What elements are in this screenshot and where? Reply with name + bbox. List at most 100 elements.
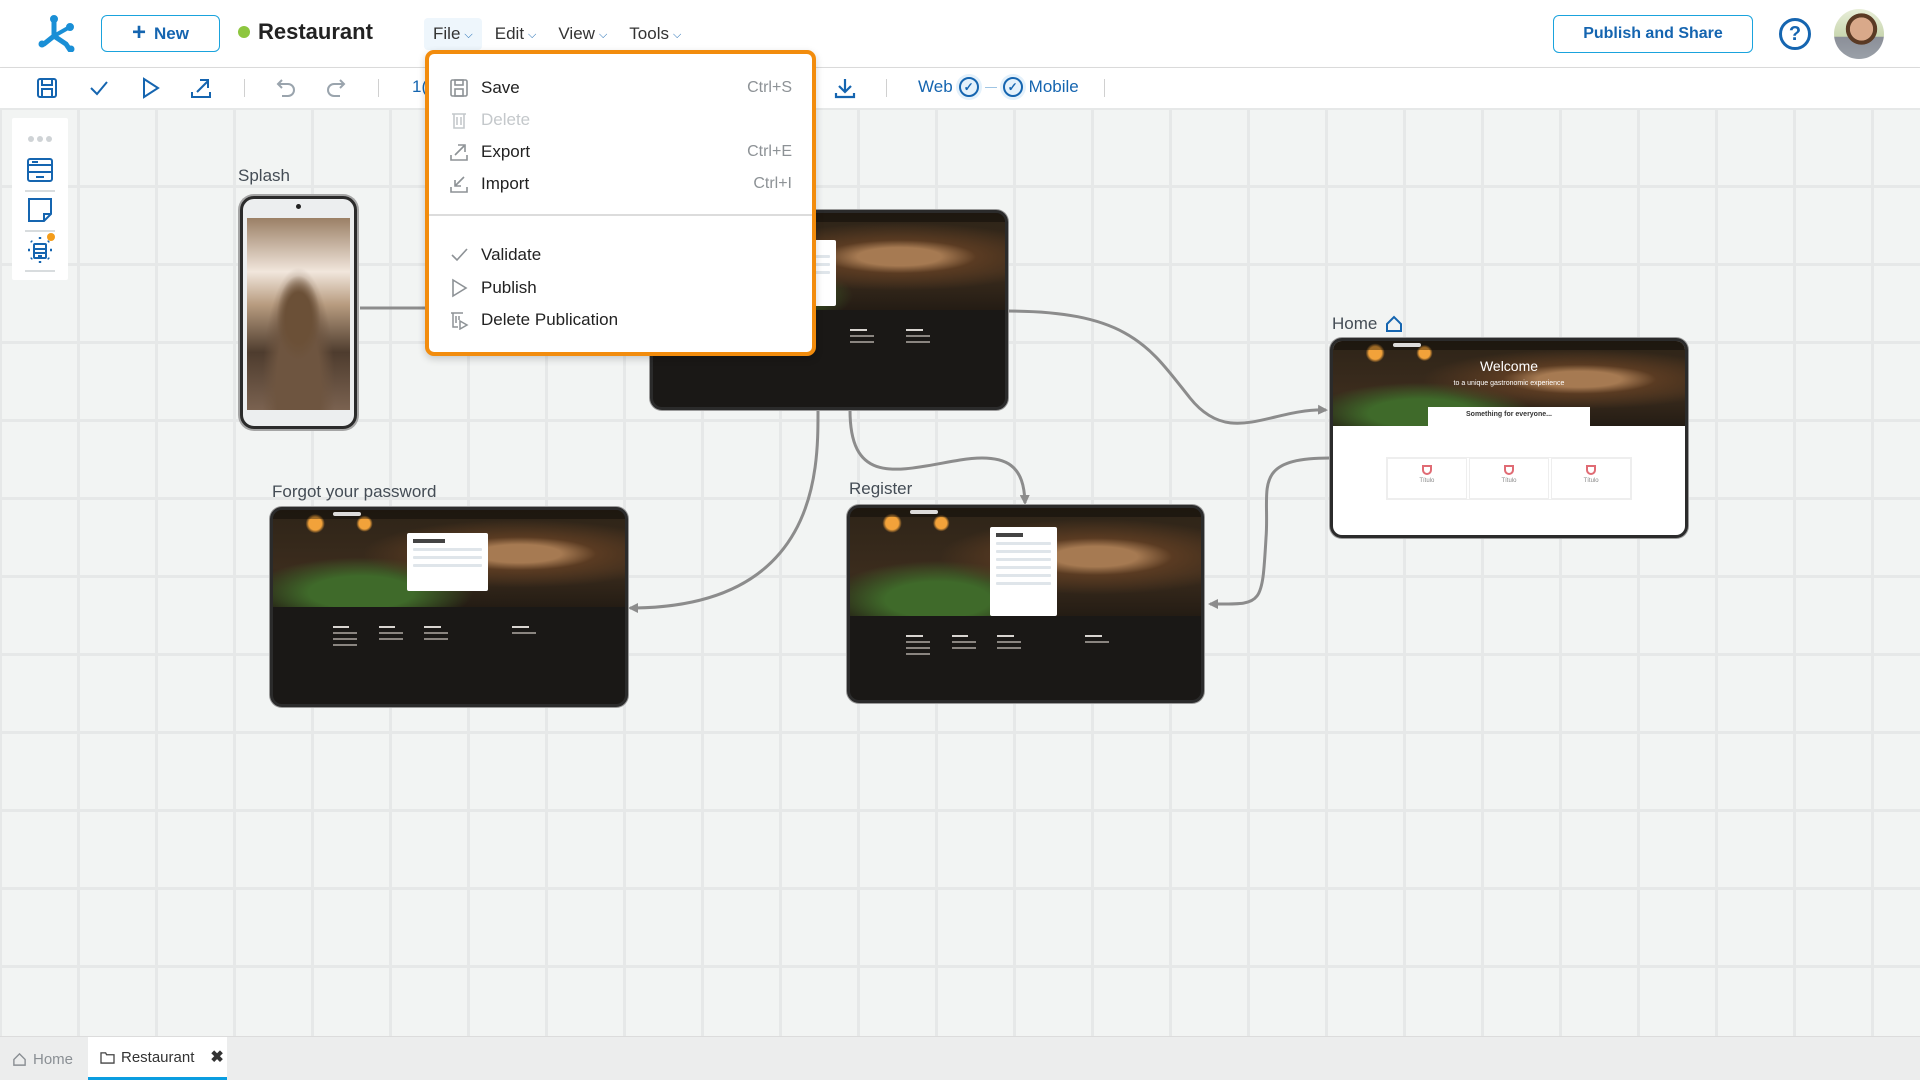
import-icon xyxy=(449,174,469,194)
home-subtitle-text: to a unique gastronomic experience xyxy=(1453,379,1565,387)
node-label-forgot: Forgot your password xyxy=(272,482,436,502)
new-button-label: New xyxy=(154,23,189,43)
flow-canvas[interactable]: Splash Home Welcome to a unique gastrono… xyxy=(0,108,1920,1036)
project-title: Restaurant xyxy=(238,19,373,45)
menu-divider xyxy=(429,214,812,216)
undo-icon[interactable] xyxy=(274,76,298,100)
run-icon[interactable] xyxy=(138,76,162,100)
menu-edit[interactable]: Edit ⌵ xyxy=(486,18,546,50)
plus-icon: + xyxy=(132,18,147,46)
menu-item-export[interactable]: Export Ctrl+E xyxy=(449,138,792,166)
menu-item-validate[interactable]: Validate xyxy=(449,241,792,269)
menu-item-label: Import xyxy=(481,174,530,193)
download-icon[interactable] xyxy=(833,76,857,100)
tab-restaurant[interactable]: Restaurant ✖ xyxy=(88,1037,227,1080)
menu-bar: File ⌵ Edit ⌵ View ⌵ Tools ⌵ xyxy=(424,18,690,50)
help-icon[interactable]: ? xyxy=(1779,18,1811,50)
menu-item-shortcut: Ctrl+I xyxy=(753,175,792,192)
project-status-dot xyxy=(238,26,250,38)
menu-item-shortcut: Ctrl+S xyxy=(747,79,792,96)
toolbar-divider xyxy=(886,79,887,97)
palette-divider xyxy=(25,230,55,232)
app-header: + New Restaurant File ⌵ Edit ⌵ View ⌵ Tools… xyxy=(0,0,1920,68)
trash-icon xyxy=(449,110,469,130)
user-avatar[interactable] xyxy=(1834,9,1884,59)
new-button[interactable]: + New xyxy=(101,15,220,52)
menu-item-shortcut: Ctrl+E xyxy=(747,143,792,160)
home-section-title: Something for everyone... xyxy=(1428,406,1590,435)
platform-selector: Web ✓ ✓ Mobile xyxy=(918,74,1079,100)
menu-tools[interactable]: Tools ⌵ xyxy=(620,18,690,50)
menu-file-label: File xyxy=(433,24,461,43)
tab-home[interactable]: Home xyxy=(12,1037,73,1080)
register-card-preview xyxy=(990,527,1058,616)
platform-mobile-toggle[interactable]: ✓ xyxy=(999,74,1026,100)
check-icon xyxy=(449,245,469,265)
menu-item-import[interactable]: Import Ctrl+I xyxy=(449,170,792,198)
platform-web-toggle[interactable]: ✓ xyxy=(955,74,982,100)
menu-item-label: Validate xyxy=(481,245,542,264)
tab-restaurant-label: Restaurant xyxy=(121,1048,195,1066)
menu-item-delete[interactable]: Delete xyxy=(449,106,792,134)
palette-divider xyxy=(25,270,55,272)
save-icon[interactable] xyxy=(35,76,59,100)
app-logo-icon[interactable] xyxy=(36,14,76,52)
platform-web-label[interactable]: Web xyxy=(918,77,953,97)
palette-divider xyxy=(25,190,55,192)
web-page-icon[interactable] xyxy=(26,156,54,184)
validate-icon[interactable] xyxy=(87,76,111,100)
menu-view-label: View xyxy=(558,24,595,43)
home-card: Título xyxy=(1468,458,1550,500)
node-label-splash: Splash xyxy=(238,166,290,186)
connector-home-register xyxy=(1208,456,1331,610)
component-palette xyxy=(12,118,68,280)
play-icon xyxy=(449,278,469,298)
platform-mobile-label[interactable]: Mobile xyxy=(1029,77,1079,97)
export-icon[interactable] xyxy=(189,76,213,100)
folder-icon xyxy=(100,1051,115,1064)
home-welcome-text: Welcome xyxy=(1479,358,1539,375)
save-icon xyxy=(449,78,469,98)
palette-drag-handle[interactable] xyxy=(28,136,52,142)
menu-file[interactable]: File ⌵ xyxy=(424,18,482,50)
toolbar-divider xyxy=(244,79,245,97)
close-tab-icon[interactable]: ✖ xyxy=(210,1047,223,1067)
toolbar: 1( Web ✓ ✓ Mobile xyxy=(0,68,1920,108)
node-label-text: Splash xyxy=(238,166,290,185)
home-cards-preview: Título Título Título xyxy=(1385,457,1633,501)
menu-view[interactable]: View ⌵ xyxy=(549,18,616,50)
check-circle-icon: ✓ xyxy=(1002,77,1023,97)
menu-item-label: Publish xyxy=(481,278,537,297)
publish-and-share-button[interactable]: Publish and Share xyxy=(1553,15,1753,53)
toolbar-divider xyxy=(1104,79,1105,97)
platform-link-line xyxy=(984,86,997,88)
check-circle-icon: ✓ xyxy=(958,77,979,97)
phone-camera xyxy=(296,204,301,209)
node-home[interactable]: Welcome to a unique gastronomic experien… xyxy=(1330,338,1688,538)
home-card-title: Título xyxy=(1419,478,1435,485)
redo-icon[interactable] xyxy=(324,76,348,100)
menu-item-save[interactable]: Save Ctrl+S xyxy=(449,74,792,102)
chevron-down-icon: ⌵ xyxy=(464,28,473,41)
delete-publication-icon xyxy=(449,310,469,330)
node-splash[interactable] xyxy=(240,196,357,429)
chevron-down-icon: ⌵ xyxy=(672,28,682,41)
menu-item-label: Delete xyxy=(481,110,531,129)
menu-item-label: Save xyxy=(481,78,520,97)
home-icon xyxy=(13,1052,26,1066)
menu-item-delete-publication[interactable]: Delete Publication xyxy=(449,306,792,334)
node-forgot-password[interactable] xyxy=(270,507,628,707)
home-card-title: Título xyxy=(1583,478,1599,485)
home-card: Título xyxy=(1551,458,1632,500)
menu-tools-label: Tools xyxy=(629,24,669,43)
node-register[interactable] xyxy=(847,505,1204,703)
menu-item-label: Delete Publication xyxy=(481,310,619,329)
splash-screen-preview xyxy=(247,218,350,410)
note-icon[interactable] xyxy=(26,196,54,224)
connector-login-forgot xyxy=(628,409,820,613)
notification-badge xyxy=(47,233,55,241)
node-label-register: Register xyxy=(849,479,912,499)
menu-item-publish[interactable]: Publish xyxy=(449,274,792,302)
node-label-text: Forgot your password xyxy=(272,482,437,501)
tab-home-label: Home xyxy=(33,1050,74,1068)
